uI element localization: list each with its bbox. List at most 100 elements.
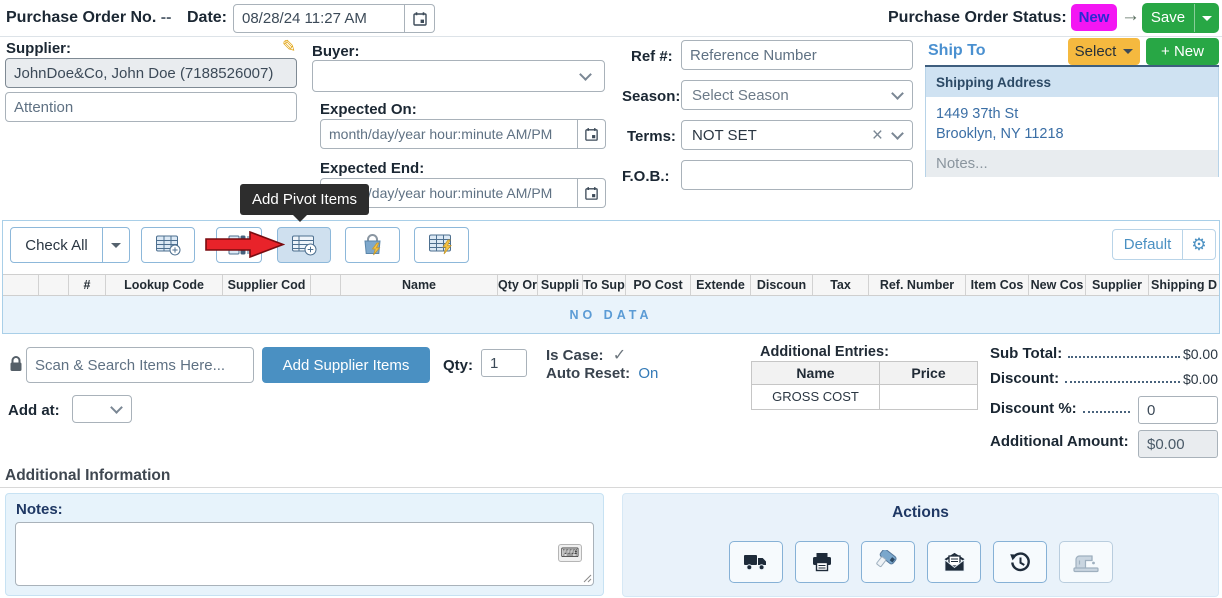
supplier-edit-icon[interactable]: ✎ <box>282 37 296 57</box>
expected-end-calendar-button[interactable] <box>578 178 606 208</box>
chevron-down-icon <box>891 87 904 100</box>
terms-clear-icon[interactable]: × <box>872 126 883 145</box>
date-calendar-button[interactable] <box>405 4 435 33</box>
status-badge: New <box>1071 4 1117 31</box>
terms-select[interactable]: NOT SET × <box>681 120 913 150</box>
grid-col-supplier-code[interactable]: Supplier Cod <box>223 275 311 295</box>
notes-label: Notes: <box>16 501 603 518</box>
actions-buttons-row <box>729 541 1113 583</box>
auto-reset-value[interactable]: On <box>638 365 658 382</box>
table-lightning-icon <box>428 233 455 257</box>
print-action-button[interactable] <box>795 541 849 583</box>
grid-col-tax[interactable]: Tax <box>813 275 869 295</box>
grid-header-row: # Lookup Code Supplier Cod Name Qty Or S… <box>3 274 1219 296</box>
calendar-icon <box>412 11 428 27</box>
buyer-select[interactable] <box>312 60 605 92</box>
grid-col-blank <box>39 275 69 295</box>
gear-icon[interactable]: ⚙ <box>1182 230 1215 259</box>
grid-col-extended[interactable]: Extende <box>691 275 751 295</box>
quick-table-button[interactable] <box>414 227 469 263</box>
grid-col-supplier-qty[interactable]: Suppli <box>538 275 583 295</box>
keyboard-icon[interactable]: ⌨ <box>558 544 582 562</box>
top-divider <box>0 36 1222 37</box>
default-layout-button[interactable]: Default <box>1113 230 1182 259</box>
ship-to-notes-field[interactable]: Notes... <box>926 150 1218 177</box>
ae-col-price: Price <box>880 362 977 384</box>
email-action-button[interactable] <box>927 541 981 583</box>
label-action-button[interactable] <box>861 541 915 583</box>
grid-col-ref-number[interactable]: Ref. Number <box>869 275 966 295</box>
subtotal-label: Sub Total: <box>990 345 1062 362</box>
grid-col-select[interactable] <box>3 275 39 295</box>
additional-amount-input[interactable] <box>1138 430 1218 458</box>
actions-panel: Actions <box>622 493 1219 597</box>
qty-input[interactable] <box>481 349 527 377</box>
auto-reset-label: Auto Reset: <box>546 365 630 382</box>
resize-handle-icon[interactable] <box>583 574 592 583</box>
check-all-dropdown-caret[interactable] <box>102 228 129 262</box>
grid-col-name[interactable]: Name <box>341 275 498 295</box>
discount-value: $0.00 <box>1183 371 1218 387</box>
ship-action-button[interactable] <box>729 541 783 583</box>
purchase-order-page: Purchase Order No. -- Date: Purchase Ord… <box>0 0 1222 598</box>
terms-select-value: NOT SET <box>692 127 872 144</box>
section-divider <box>0 487 1222 488</box>
ship-to-select-button[interactable]: Select <box>1068 38 1140 65</box>
add-supplier-items-button[interactable]: Add Supplier Items <box>262 347 430 383</box>
grid-col-supplier[interactable]: Supplier <box>1086 275 1149 295</box>
grid-col-item-cost[interactable]: Item Cos <box>966 275 1029 295</box>
save-dropdown-caret[interactable] <box>1195 16 1219 21</box>
ref-input[interactable] <box>681 40 913 70</box>
add-at-select[interactable] <box>72 395 132 423</box>
ae-row-price[interactable] <box>880 385 977 409</box>
history-action-button[interactable] <box>993 541 1047 583</box>
subtotal-line: Sub Total: $0.00 <box>990 345 1218 362</box>
supplier-attention-input[interactable] <box>5 92 297 122</box>
ae-col-name: Name <box>752 362 880 384</box>
subtotal-value: $0.00 <box>1183 346 1218 362</box>
check-all-button[interactable]: Check All <box>11 228 102 262</box>
add-items-table-button[interactable] <box>141 227 195 263</box>
grid-col-lookup-code[interactable]: Lookup Code <box>106 275 223 295</box>
save-button[interactable]: Save <box>1142 3 1219 33</box>
expected-on-calendar-button[interactable] <box>578 119 606 149</box>
additional-entries-label: Additional Entries: <box>760 344 889 360</box>
ref-label: Ref #: <box>631 48 673 65</box>
add-pivot-items-button[interactable] <box>277 227 331 263</box>
supplier-value-input[interactable] <box>5 58 297 88</box>
status-arrow-icon: → <box>1121 5 1140 27</box>
sewing-action-button[interactable] <box>1059 541 1113 583</box>
fob-input[interactable] <box>681 160 913 190</box>
chevron-down-icon <box>579 68 592 81</box>
address-line-2: Brooklyn, NY 11218 <box>936 124 1208 144</box>
season-select[interactable]: Select Season <box>681 80 913 110</box>
season-select-value: Select Season <box>692 87 893 104</box>
grid-col-new-cost[interactable]: New Cos <box>1029 275 1086 295</box>
grid-col-image <box>311 275 341 295</box>
grid-col-index[interactable]: # <box>69 275 106 295</box>
grid-col-shipping-date[interactable]: Shipping D <box>1149 275 1219 295</box>
discount-pct-input[interactable] <box>1138 396 1218 424</box>
table-row[interactable]: GROSS COST <box>752 385 977 409</box>
grid-empty-message: NO DATA <box>3 296 1219 333</box>
pivot-table-add-icon <box>291 234 318 257</box>
ship-to-select-label: Select <box>1075 43 1117 60</box>
shipping-address-header: Shipping Address <box>926 67 1218 97</box>
notes-textarea[interactable] <box>15 522 594 586</box>
expected-on-input[interactable] <box>320 119 578 149</box>
po-number-label: Purchase Order No. <box>6 9 156 26</box>
grid-col-po-cost[interactable]: PO Cost <box>626 275 691 295</box>
ship-to-new-button[interactable]: + New <box>1146 38 1219 65</box>
date-input[interactable] <box>233 4 405 33</box>
scan-search-input[interactable] <box>26 347 254 383</box>
po-number-value: -- <box>161 9 172 26</box>
ship-to-card: Shipping Address 1449 37th St Brooklyn, … <box>925 67 1219 177</box>
grid-col-discount[interactable]: Discoun <box>751 275 813 295</box>
additional-entries-header: Name Price <box>752 362 977 385</box>
sewing-machine-icon <box>1072 551 1100 574</box>
grid-col-qty-ordered[interactable]: Qty Or <box>498 275 538 295</box>
calendar-icon <box>584 127 599 142</box>
add-bag-items-button[interactable] <box>345 227 400 263</box>
grid-col-to-supply[interactable]: To Sup <box>583 275 626 295</box>
price-tag-gun-icon <box>875 550 901 574</box>
